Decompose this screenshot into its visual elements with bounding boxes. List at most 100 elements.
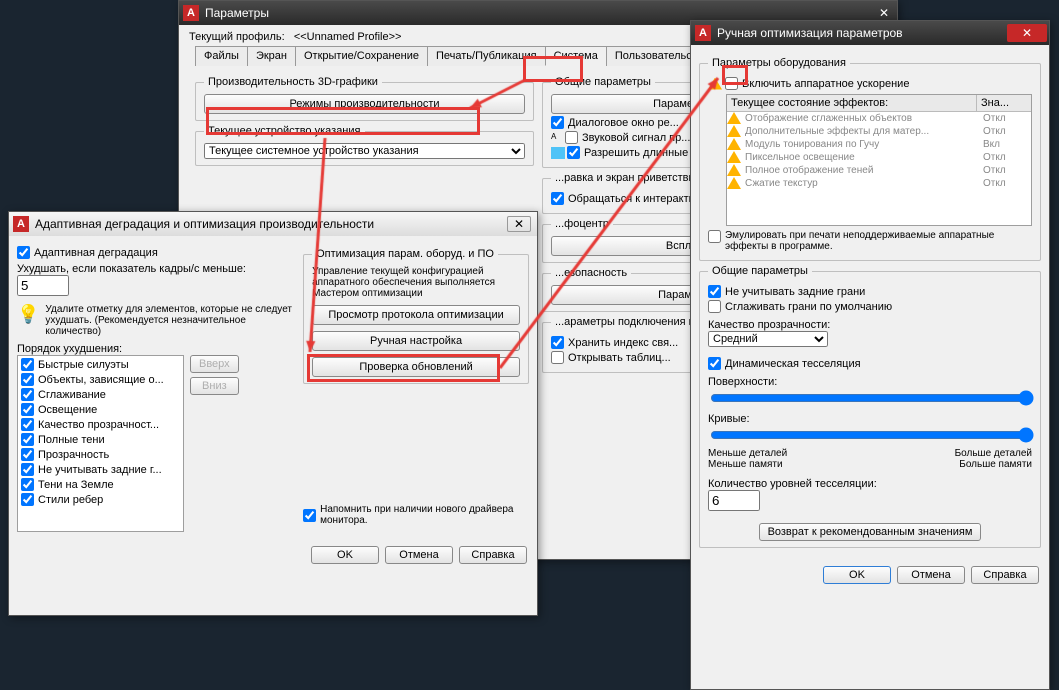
btn-down[interactable]: Вниз xyxy=(190,377,239,395)
manual-ok[interactable]: OK xyxy=(823,566,891,584)
degrad-item-check[interactable] xyxy=(21,418,34,431)
warn-row-icon xyxy=(727,112,741,124)
effect-name: Пиксельное освещение xyxy=(743,151,981,164)
group-3dperf: Производительность 3D-графики Режимы про… xyxy=(195,76,534,121)
adaptive-help[interactable]: Справка xyxy=(459,546,527,564)
lbl-opentables: Открывать таблиц... xyxy=(568,352,671,364)
btn-perf-modes[interactable]: Режимы производительности xyxy=(204,94,525,114)
group-hwopt: Оптимизация парам. оборуд. и ПО Управлен… xyxy=(303,248,529,384)
lbl-less-m: Меньше памяти xyxy=(708,459,783,470)
titlebar-manual: A Ручная оптимизация параметров ✕ xyxy=(691,21,1049,45)
pointing-select[interactable]: Текущее системное устройство указания xyxy=(204,143,525,159)
lbl-storeindex: Хранить индекс свя... xyxy=(568,337,678,349)
adaptive-left: Адаптивная деградация Ухудшать, если пок… xyxy=(17,244,293,532)
lbl-smooth: Сглаживать грани по умолчанию xyxy=(725,301,892,313)
chk-backfaces[interactable] xyxy=(708,285,721,298)
chk-open-tables[interactable] xyxy=(551,351,564,364)
app-icon-2: A xyxy=(13,216,29,232)
legend-hwopt: Оптимизация парам. оборуд. и ПО xyxy=(312,248,498,260)
legend-general: Общие параметры xyxy=(551,76,655,88)
chk-smooth-faces[interactable] xyxy=(708,300,721,313)
slider-curves[interactable] xyxy=(710,427,1034,443)
chk-remind-driver[interactable] xyxy=(303,509,316,522)
chk-emulate-print[interactable] xyxy=(708,230,721,243)
btn-reset-defaults[interactable]: Возврат к рекомендованным значениям xyxy=(759,523,982,541)
lbl-emulate: Эмулировать при печати неподдерживаемые … xyxy=(725,230,1032,252)
profile-value: <<Unnamed Profile>> xyxy=(294,31,402,43)
adaptive-cancel[interactable]: Отмена xyxy=(385,546,453,564)
col-effects: Текущее состояние эффектов: xyxy=(727,95,976,111)
degrad-item-check[interactable] xyxy=(21,478,34,491)
legend-pointing: Текущее устройство указания xyxy=(204,125,365,137)
frame-spinner[interactable] xyxy=(17,275,69,296)
tab-files[interactable]: Файлы xyxy=(195,46,248,66)
btn-manual-tune[interactable]: Ручная настройка xyxy=(312,331,520,351)
degrad-item-check[interactable] xyxy=(21,358,34,371)
chk-beep[interactable] xyxy=(565,131,578,144)
legend-help: ...равка и экран приветстви... xyxy=(551,172,708,184)
tab-opensave[interactable]: Открытие/Сохранение xyxy=(295,46,428,66)
lbl-adaptive: Адаптивная деградация xyxy=(34,247,158,259)
dwg-icon: A xyxy=(551,132,563,144)
degrad-item-label: Не учитывать задние г... xyxy=(38,464,162,476)
adaptive-ok[interactable]: OK xyxy=(311,546,379,564)
lbl-order: Порядок ухудшения: xyxy=(17,343,293,355)
chk-adaptive-degrad[interactable] xyxy=(17,246,30,259)
btn-check-updates[interactable]: Проверка обновлений xyxy=(312,357,520,377)
tess-spinner[interactable] xyxy=(708,490,760,511)
chk-ole-dialog[interactable] xyxy=(551,116,564,129)
chk-hw-accel[interactable] xyxy=(725,77,738,90)
transq-select[interactable]: Средний xyxy=(708,331,828,347)
degrad-item-check[interactable] xyxy=(21,493,34,506)
lbl-curves: Кривые: xyxy=(708,413,1032,425)
manual-help[interactable]: Справка xyxy=(971,566,1039,584)
close-adaptive[interactable]: ✕ xyxy=(507,216,531,232)
lbl-framethresh: Ухудшать, если показатель кадры/с меньше… xyxy=(17,263,293,275)
degrad-item-check[interactable] xyxy=(21,448,34,461)
legend-hw: Параметры оборудования xyxy=(708,57,850,69)
degrad-item-check[interactable] xyxy=(21,403,34,416)
chk-dyn-tess[interactable] xyxy=(708,357,721,370)
lbl-backfaces: Не учитывать задние грани xyxy=(725,286,865,298)
close-manual[interactable]: ✕ xyxy=(1007,24,1047,42)
degrad-item-label: Полные тени xyxy=(38,434,105,446)
chk-longnames[interactable] xyxy=(567,146,580,159)
degrad-item-label: Прозрачность xyxy=(38,449,109,461)
manual-footer: OK Отмена Справка xyxy=(691,560,1049,590)
tab-system[interactable]: Система xyxy=(545,46,607,66)
slider-surfaces[interactable] xyxy=(710,390,1034,406)
chk-interactive-help[interactable] xyxy=(551,192,564,205)
window-adaptive: A Адаптивная деградация и оптимизация пр… xyxy=(8,211,538,616)
lbl-surfaces: Поверхности: xyxy=(708,376,1032,388)
effect-name: Сжатие текстур xyxy=(743,177,981,190)
degrad-item-check[interactable] xyxy=(21,463,34,476)
legend-3dperf: Производительность 3D-графики xyxy=(204,76,382,88)
manual-body: Параметры оборудования Включить аппаратн… xyxy=(691,45,1049,560)
degrad-item-check[interactable] xyxy=(21,433,34,446)
lbl-tesslevels: Количество уровней тесселяции: xyxy=(708,478,1032,490)
degrad-list[interactable]: Быстрые силуэтыОбъекты, зависящие о...Сг… xyxy=(17,355,184,532)
hint-text: Удалите отметку для элементов, которые н… xyxy=(45,304,293,337)
lbl-remind: Напомнить при наличии нового драйвера мо… xyxy=(320,504,529,526)
chk-store-index[interactable] xyxy=(551,336,564,349)
effect-val: Откл xyxy=(981,125,1031,138)
degrad-item-check[interactable] xyxy=(21,373,34,386)
btn-view-log[interactable]: Просмотр протокола оптимизации xyxy=(312,305,520,325)
manual-cancel[interactable]: Отмена xyxy=(897,566,965,584)
app-icon: A xyxy=(183,5,199,21)
group-hw-params: Параметры оборудования Включить аппаратн… xyxy=(699,57,1041,261)
legend-gen-manual: Общие параметры xyxy=(708,265,812,277)
effect-val: Откл xyxy=(981,151,1031,164)
effect-name: Модуль тонирования по Гучу xyxy=(743,138,981,151)
tab-plot[interactable]: Печать/Публикация xyxy=(427,46,546,66)
degrad-item-check[interactable] xyxy=(21,388,34,401)
group-general-manual: Общие параметры Не учитывать задние гран… xyxy=(699,265,1041,548)
window-manual: A Ручная оптимизация параметров ✕ Параме… xyxy=(690,20,1050,690)
effect-val: Откл xyxy=(981,112,1031,125)
tab-display[interactable]: Экран xyxy=(247,46,296,66)
lightbulb-icon: 💡 xyxy=(17,304,39,337)
title-manual: Ручная оптимизация параметров xyxy=(717,26,903,40)
effects-list[interactable]: Текущее состояние эффектов: Зна... Отобр… xyxy=(726,94,1032,226)
btn-up[interactable]: Вверх xyxy=(190,355,239,373)
close-x[interactable]: ✕ xyxy=(879,6,889,20)
